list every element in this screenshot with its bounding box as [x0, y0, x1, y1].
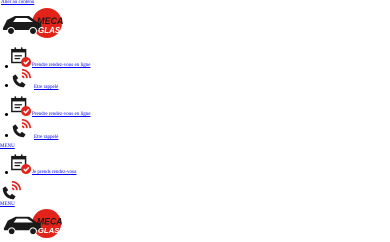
- list-bullet: [5, 134, 8, 137]
- list-bullet: [5, 113, 8, 116]
- online-booking-link[interactable]: Prendre rendez-vous en ligne: [10, 46, 90, 68]
- svg-text:MECA: MECA: [37, 16, 64, 26]
- svg-text:GLASS: GLASS: [38, 226, 66, 235]
- phone-ringing-icon: [10, 68, 32, 90]
- logo-icon: MECA GLASS: [3, 208, 66, 239]
- book-appointment-link[interactable]: Je prends rendez-vous: [10, 153, 76, 175]
- list-bullet: [5, 65, 8, 68]
- logo-icon: MECA GLASS: [3, 8, 66, 38]
- callback-link-2[interactable]: Etre rappelé: [10, 118, 58, 140]
- site-logo-bottom[interactable]: MECA GLASS: [1, 207, 67, 240]
- site-logo[interactable]: MECA GLASS: [1, 6, 67, 40]
- phone-ringing-icon: [0, 180, 22, 202]
- skip-to-content-link[interactable]: Aller au contenu: [1, 0, 34, 5]
- online-booking-link-2[interactable]: Prendre rendez-vous en ligne: [10, 95, 90, 117]
- list-bullet: [5, 171, 8, 174]
- svg-text:GLASS: GLASS: [38, 26, 66, 35]
- calendar-check-icon: [10, 46, 32, 68]
- phone-ringing-icon: [10, 118, 32, 140]
- calendar-check-icon: [10, 153, 32, 175]
- callback-link[interactable]: Etre rappelé: [10, 68, 58, 90]
- callback-icon-link[interactable]: [0, 180, 22, 204]
- menu-toggle[interactable]: MENU: [0, 144, 15, 149]
- svg-text:MECA: MECA: [37, 216, 63, 226]
- calendar-check-icon: [10, 95, 32, 117]
- list-bullet: [5, 84, 8, 87]
